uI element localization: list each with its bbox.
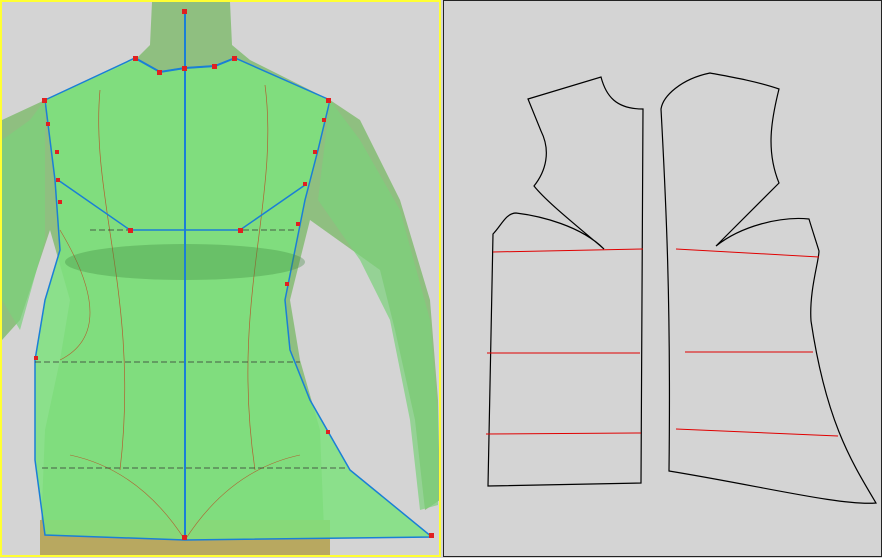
3d-view-panel[interactable]: [0, 0, 441, 557]
3d-garment-canvas[interactable]: [2, 2, 439, 555]
2d-pattern-panel[interactable]: [443, 0, 882, 557]
2d-pattern-canvas[interactable]: [444, 1, 882, 558]
pattern-guide-lines: [485, 248, 839, 437]
pattern-piece-left[interactable]: [487, 76, 644, 487]
pattern-piece-right[interactable]: [660, 72, 878, 504]
garment-bodice: [2, 10, 438, 541]
